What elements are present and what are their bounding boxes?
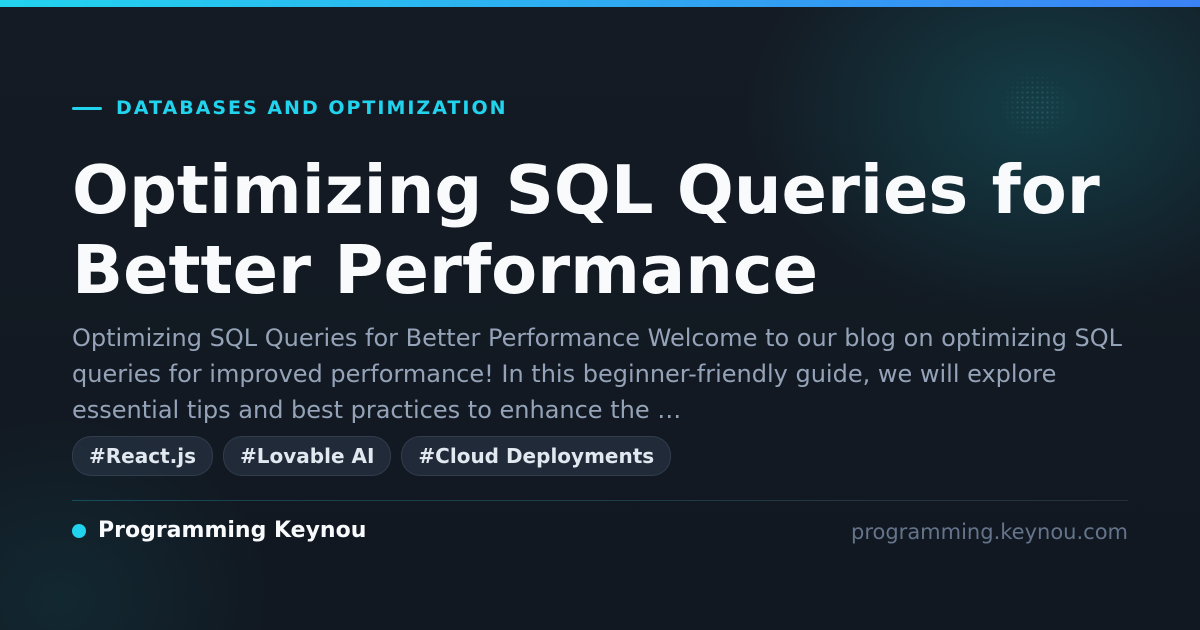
tag-pill: #Lovable AI (223, 436, 392, 476)
site-domain: programming.keynou.com (851, 520, 1128, 544)
brand-dot-icon (72, 523, 86, 538)
tag-pill: #Cloud Deployments (401, 436, 672, 476)
tag-pill: #React.js (72, 436, 213, 476)
footer-divider (72, 500, 1128, 501)
post-excerpt: Optimizing SQL Queries for Better Perfor… (72, 324, 1123, 424)
tag-list: #React.js #Lovable AI #Cloud Deployments (72, 436, 672, 476)
top-accent-bar (0, 0, 1200, 7)
category-label: DATABASES AND OPTIMIZATION (72, 96, 508, 120)
brand-name: Programming Keynou (98, 518, 367, 543)
category-line-icon (72, 106, 102, 110)
category-text: DATABASES AND OPTIMIZATION (116, 97, 508, 119)
brand: Programming Keynou (72, 518, 366, 543)
decorative-dot-pattern (1000, 70, 1070, 140)
post-title: Optimizing SQL Queries for Better Perfor… (72, 151, 1100, 309)
